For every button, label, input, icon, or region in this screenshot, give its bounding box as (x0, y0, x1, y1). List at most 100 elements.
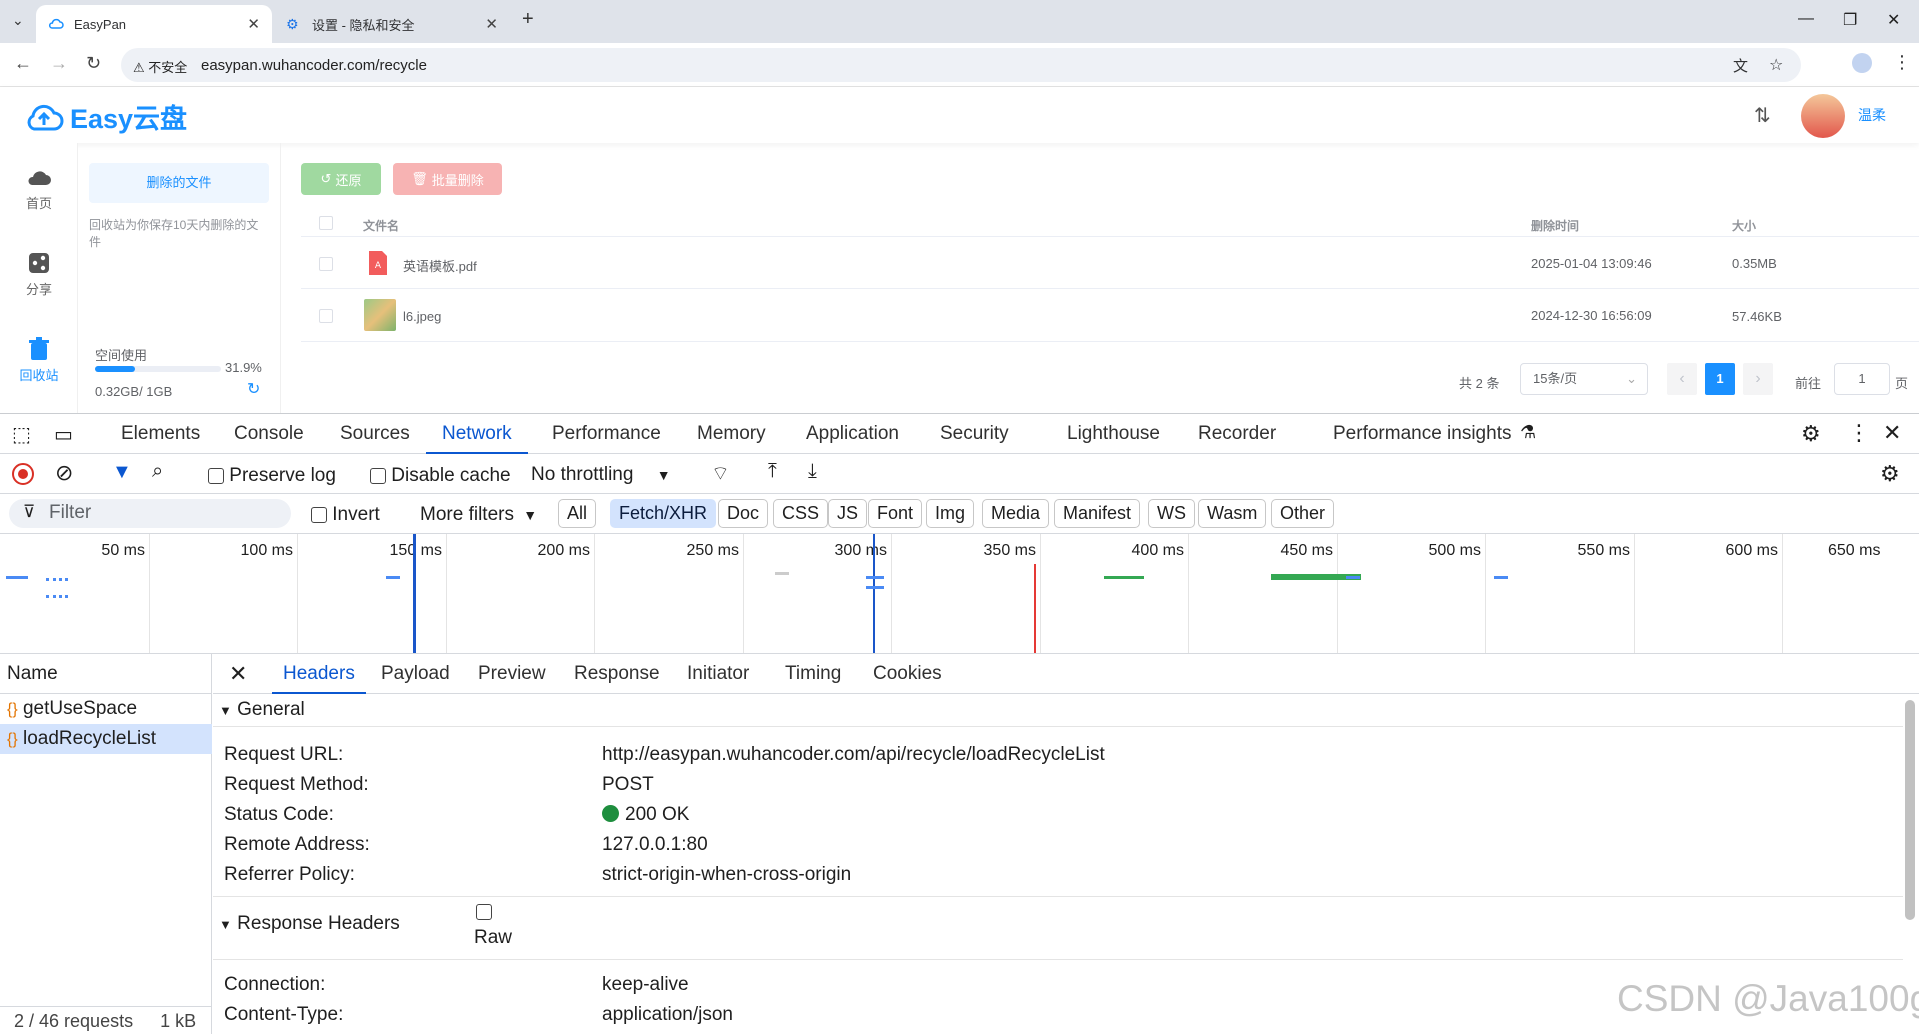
close-tab-icon[interactable]: ✕ (485, 15, 498, 33)
header-value[interactable]: 127.0.0.1:80 (602, 834, 708, 856)
clear-icon[interactable]: ⊘ (55, 460, 73, 486)
filter-wasm[interactable]: Wasm (1198, 499, 1267, 528)
preserve-log-checkbox[interactable]: Preserve log (208, 465, 336, 487)
header-value[interactable]: application/json (602, 1004, 733, 1026)
tab-application[interactable]: Application (806, 414, 899, 454)
more-filters-dropdown[interactable]: More filters ▼ (420, 504, 537, 526)
batch-delete-button[interactable]: 🗑 批量删除 (393, 163, 502, 195)
filter-img[interactable]: Img (926, 499, 975, 528)
restore-icon[interactable]: ❐ (1843, 10, 1857, 30)
request-row-selected[interactable]: {} loadRecycleList (0, 724, 212, 754)
request-row[interactable]: {} getUseSpace (0, 694, 212, 724)
tab-cookies[interactable]: Cookies (873, 654, 942, 694)
tab-security[interactable]: Security (940, 414, 1009, 454)
filter-input[interactable]: ⊽ Filter (9, 499, 291, 528)
header-value[interactable]: POST (602, 774, 654, 796)
row-checkbox[interactable] (319, 257, 333, 271)
tab-console[interactable]: Console (234, 414, 304, 454)
upload-har-icon[interactable]: ⤒ (768, 460, 777, 483)
forward-icon[interactable]: → (50, 53, 68, 74)
close-tab-icon[interactable]: ✕ (247, 15, 260, 33)
profile-icon[interactable] (1852, 53, 1872, 73)
filter-css[interactable]: CSS (773, 499, 829, 528)
filter-font[interactable]: Font (868, 499, 923, 528)
tab-easypan[interactable]: EasyPan ✕ (36, 5, 272, 43)
filter-media[interactable]: Media (982, 499, 1050, 528)
download-har-icon[interactable]: ⤓ (808, 460, 817, 483)
tab-preview[interactable]: Preview (478, 654, 546, 694)
filter-all[interactable]: All (558, 499, 597, 528)
new-tab-button[interactable]: + (522, 8, 534, 31)
translate-icon[interactable]: 文 (1733, 55, 1748, 76)
tab-lighthouse[interactable]: Lighthouse (1067, 414, 1160, 454)
tab-payload[interactable]: Payload (381, 654, 450, 694)
filter-manifest[interactable]: Manifest (1054, 499, 1141, 528)
goto-page-input[interactable]: 1 (1834, 363, 1890, 395)
user-name[interactable]: 温柔 (1858, 105, 1886, 125)
network-settings-gear-icon[interactable]: ⚙ (1880, 461, 1900, 487)
page-size-select[interactable]: 15条/页 ⌄ (1520, 363, 1648, 395)
tab-elements[interactable]: Elements (121, 414, 200, 454)
filter-ws[interactable]: WS (1148, 499, 1195, 528)
omnibox[interactable]: ⚠ 不安全 easypan.wuhancoder.com/recycle ☆ 文 (121, 48, 1801, 82)
nav-home[interactable]: 首页 (0, 165, 78, 212)
tab-initiator[interactable]: Initiator (687, 654, 749, 694)
filter-fetch-xhr[interactable]: Fetch/XHR (610, 499, 717, 528)
close-devtools-icon[interactable]: ✕ (1883, 420, 1901, 446)
minimize-icon[interactable]: — (1798, 10, 1814, 28)
select-all-checkbox[interactable] (319, 216, 333, 230)
reload-icon[interactable]: ↻ (86, 53, 101, 74)
settings-gear-icon[interactable]: ⚙ (1801, 421, 1821, 447)
device-toolbar-icon[interactable]: ▭ (54, 422, 73, 447)
filter-funnel-icon[interactable]: ▼ (112, 461, 132, 484)
response-headers-section-header[interactable]: ▼ Response Headers Raw (213, 896, 1903, 960)
row-checkbox[interactable] (319, 309, 333, 323)
tab-network[interactable]: Network (426, 414, 528, 454)
tab-search-icon[interactable]: ⌄ (12, 12, 24, 29)
logo[interactable]: Easy云盘 (24, 97, 187, 136)
tab-recorder[interactable]: Recorder (1198, 414, 1276, 454)
tab-response[interactable]: Response (574, 654, 660, 694)
tab-performance-insights[interactable]: Performance insights (1333, 414, 1511, 454)
filter-js[interactable]: JS (828, 499, 868, 528)
header-value[interactable]: 200 OK (602, 804, 689, 826)
menu-icon[interactable]: ⋮ (1893, 52, 1911, 73)
network-conditions-icon[interactable]: ⌔ (711, 461, 730, 486)
tab-memory[interactable]: Memory (697, 414, 766, 454)
restore-button[interactable]: ↺ 还原 (301, 163, 381, 195)
page-number-button[interactable]: 1 (1705, 363, 1735, 395)
record-stop-icon[interactable] (12, 463, 34, 485)
next-page-button[interactable]: › (1743, 363, 1773, 395)
avatar[interactable] (1801, 94, 1845, 138)
back-icon[interactable]: ← (14, 53, 32, 74)
close-window-icon[interactable]: ✕ (1887, 10, 1900, 30)
disable-cache-checkbox[interactable]: Disable cache (370, 465, 511, 487)
url-text[interactable]: easypan.wuhancoder.com/recycle (201, 57, 427, 74)
filter-doc[interactable]: Doc (718, 499, 769, 528)
transfer-icon[interactable]: ⇅ (1754, 103, 1771, 128)
subnav-item-deleted-files[interactable]: 删除的文件 (89, 163, 269, 203)
inspect-element-icon[interactable]: ⬚ (12, 422, 31, 447)
network-overview-timeline[interactable]: 50 ms 100 ms 150 ms 200 ms 250 ms 300 ms… (0, 534, 1919, 654)
raw-checkbox[interactable] (476, 903, 492, 921)
general-section-header[interactable]: ▼ General (213, 694, 1903, 727)
security-indicator[interactable]: ⚠ 不安全 (133, 57, 187, 76)
tab-headers[interactable]: Headers (272, 654, 366, 694)
prev-page-button[interactable]: ‹ (1667, 363, 1697, 395)
refresh-icon[interactable]: ↻ (247, 379, 260, 399)
nav-recycle[interactable]: 回收站 (0, 337, 78, 384)
name-column-header[interactable]: Name (0, 654, 212, 694)
tab-performance[interactable]: Performance (552, 414, 661, 454)
tab-timing[interactable]: Timing (785, 654, 841, 694)
nav-share[interactable]: 分享 (0, 251, 78, 298)
filter-other[interactable]: Other (1271, 499, 1335, 528)
header-value[interactable]: strict-origin-when-cross-origin (602, 864, 851, 886)
file-name[interactable]: l6.jpeg (403, 309, 441, 324)
close-detail-icon[interactable]: ✕ (229, 661, 247, 687)
detail-scrollbar[interactable] (1905, 700, 1915, 920)
tab-settings[interactable]: ⚙ 设置 - 隐私和安全 ✕ (274, 5, 510, 43)
header-value[interactable]: http://easypan.wuhancoder.com/api/recycl… (602, 744, 1105, 766)
more-options-icon[interactable]: ⋮ (1848, 420, 1870, 446)
invert-checkbox[interactable]: Invert (311, 504, 380, 526)
file-name[interactable]: 英语模板.pdf (403, 256, 477, 275)
